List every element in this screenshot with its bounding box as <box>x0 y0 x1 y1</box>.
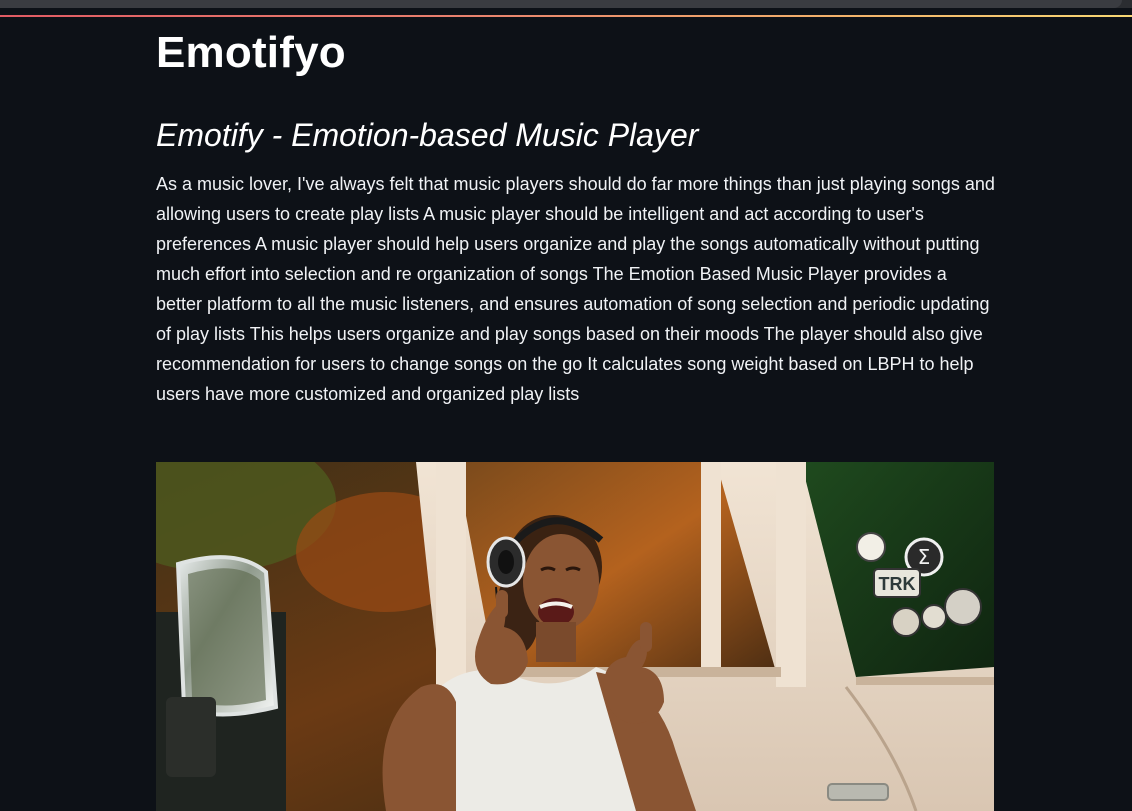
post-title[interactable]: Emotify - Emotion-based Music Player <box>156 115 996 155</box>
site-title[interactable]: Emotifyo <box>156 27 996 79</box>
hero-image: Σ TRK <box>156 462 994 811</box>
browser-tab-strip <box>0 0 1122 8</box>
browser-top-bar <box>0 0 1132 8</box>
sticker-trk: TRK <box>879 574 916 594</box>
main-content: Emotifyo Emotify - Emotion-based Music P… <box>156 17 996 409</box>
hero-image-illustration: Σ TRK <box>156 462 994 811</box>
sticker-sigma: Σ <box>918 545 931 569</box>
post-body: As a music lover, I've always felt that … <box>156 174 995 404</box>
